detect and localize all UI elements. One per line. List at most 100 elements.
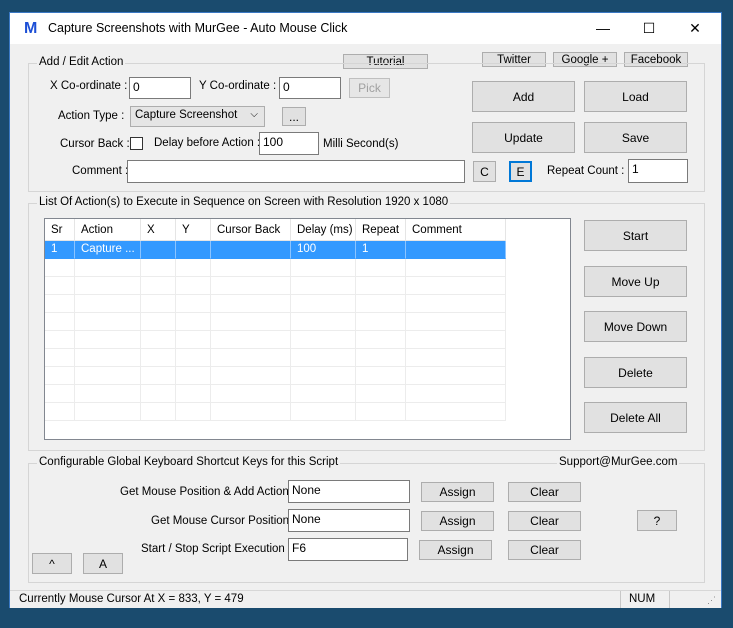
table-cell [45, 331, 75, 349]
table-row[interactable] [45, 403, 506, 421]
table-cell [211, 385, 291, 403]
y-coordinate-input[interactable]: 0 [279, 77, 341, 99]
table-cell [211, 259, 291, 277]
comment-input[interactable] [127, 160, 465, 183]
table-cell [291, 295, 356, 313]
action-type-label: Action Type : [58, 110, 125, 122]
x-coordinate-label: X Co-ordinate : [50, 80, 128, 92]
column-header[interactable]: Sr [45, 219, 75, 241]
move-down-button[interactable]: Move Down [584, 311, 687, 342]
delete-all-button[interactable]: Delete All [584, 402, 687, 433]
c-button[interactable]: C [473, 161, 496, 182]
table-row[interactable] [45, 277, 506, 295]
clear-button-add-action[interactable]: Clear [508, 482, 581, 502]
column-header[interactable]: Repeat [356, 219, 406, 241]
column-header[interactable]: Comment [406, 219, 506, 241]
repeat-count-input[interactable]: 1 [628, 159, 688, 183]
table-cell [75, 259, 141, 277]
table-cell [211, 295, 291, 313]
shortcut-input-start-stop[interactable]: F6 [288, 538, 408, 561]
table-cell [45, 349, 75, 367]
table-row[interactable] [45, 331, 506, 349]
e-button[interactable]: E [509, 161, 532, 182]
table-cell [291, 331, 356, 349]
column-header[interactable]: Delay (ms) [291, 219, 356, 241]
support-email[interactable]: Support@MurGee.com [557, 456, 680, 468]
shortcut-label-start-stop: Start / Stop Script Execution : [141, 543, 292, 555]
x-coordinate-input[interactable]: 0 [129, 77, 191, 99]
table-cell [406, 367, 506, 385]
table-cell [406, 403, 506, 421]
table-cell [291, 367, 356, 385]
table-cell [406, 385, 506, 403]
status-bar: Currently Mouse Cursor At X = 833, Y = 4… [10, 590, 721, 608]
table-cell: 1 [45, 241, 75, 259]
shortcuts-group-label: Configurable Global Keyboard Shortcut Ke… [37, 456, 341, 468]
load-button[interactable]: Load [584, 81, 687, 112]
table-row[interactable] [45, 295, 506, 313]
shortcut-input-cursor-position[interactable]: None [288, 509, 410, 532]
table-cell [176, 331, 211, 349]
clear-button-start-stop[interactable]: Clear [508, 540, 581, 560]
table-cell [406, 241, 506, 259]
help-button[interactable]: ? [637, 510, 677, 531]
table-row[interactable] [45, 259, 506, 277]
table-cell [291, 313, 356, 331]
assign-button-cursor-position[interactable]: Assign [421, 511, 494, 531]
table-cell [211, 241, 291, 259]
table-cell [141, 259, 176, 277]
shortcut-input-add-action[interactable]: None [288, 480, 410, 503]
table-cell [75, 313, 141, 331]
update-button[interactable]: Update [472, 122, 575, 153]
column-header[interactable]: Cursor Back [211, 219, 291, 241]
action-list-table[interactable]: Sr Action X Y Cursor Back Delay (ms) Repeat Com… [44, 218, 571, 440]
table-cell [356, 403, 406, 421]
cursor-back-checkbox[interactable] [130, 137, 143, 150]
add-button[interactable]: Add [472, 81, 575, 112]
shortcut-label-cursor-position: Get Mouse Cursor Position : [151, 515, 296, 527]
table-cell [75, 385, 141, 403]
column-header[interactable]: Action [75, 219, 141, 241]
table-cell [356, 295, 406, 313]
maximize-button[interactable]: ☐ [626, 13, 672, 44]
pick-button[interactable]: Pick [349, 78, 390, 98]
table-cell [141, 295, 176, 313]
table-cell [141, 349, 176, 367]
resize-grip-icon[interactable]: ⋰ [707, 595, 716, 606]
minimize-button[interactable]: — [580, 13, 626, 44]
column-header[interactable]: Y [176, 219, 211, 241]
table-cell [406, 349, 506, 367]
save-button[interactable]: Save [584, 122, 687, 153]
table-cell [356, 277, 406, 295]
move-up-button[interactable]: Move Up [584, 266, 687, 297]
action-options-button[interactable]: ... [282, 107, 306, 126]
clear-button-cursor-position[interactable]: Clear [508, 511, 581, 531]
table-cell [75, 277, 141, 295]
table-row[interactable] [45, 313, 506, 331]
table-cell [45, 313, 75, 331]
table-cell [176, 313, 211, 331]
assign-button-add-action[interactable]: Assign [421, 482, 494, 502]
table-cell [291, 349, 356, 367]
table-cell [45, 277, 75, 295]
delay-input[interactable]: 100 [259, 132, 319, 155]
table-row[interactable] [45, 349, 506, 367]
table-cell [45, 259, 75, 277]
table-row[interactable] [45, 367, 506, 385]
column-header[interactable]: X [141, 219, 176, 241]
table-cell [176, 367, 211, 385]
a-button[interactable]: A [83, 553, 123, 574]
table-row[interactable] [45, 385, 506, 403]
table-row[interactable]: 1 Capture ... 100 1 [45, 241, 506, 259]
delete-button[interactable]: Delete [584, 357, 687, 388]
close-button[interactable]: ✕ [672, 13, 718, 44]
table-cell [291, 277, 356, 295]
start-button[interactable]: Start [584, 220, 687, 251]
table-cell [356, 385, 406, 403]
table-cell [75, 295, 141, 313]
action-type-select[interactable]: Capture Screenshot ⌵ [130, 106, 265, 127]
table-cell [45, 403, 75, 421]
repeat-count-label: Repeat Count : [547, 165, 625, 177]
caret-button[interactable]: ^ [32, 553, 72, 574]
assign-button-start-stop[interactable]: Assign [419, 540, 492, 560]
